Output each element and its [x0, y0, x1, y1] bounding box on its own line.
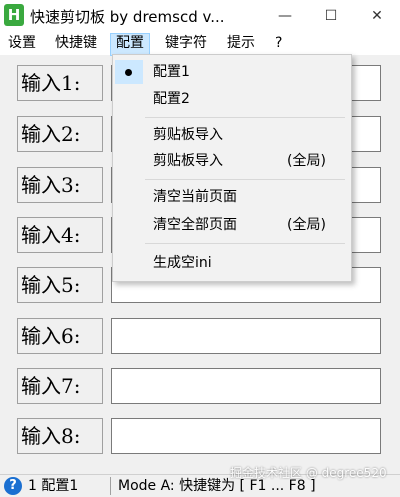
- menu-item-scope: (全局): [287, 153, 326, 169]
- menu-item-clear-all-pages[interactable]: 清空全部页面 (全局): [115, 213, 349, 237]
- status-config: 1 配置1: [28, 478, 79, 494]
- input-label-1: 输入1:: [17, 65, 103, 101]
- maximize-button[interactable]: ☐: [308, 0, 354, 32]
- input-field-7[interactable]: [111, 368, 381, 404]
- input-row-7: 输入7:: [0, 368, 400, 408]
- input-field-8[interactable]: [111, 418, 381, 454]
- menu-item-label: 生成空ini: [153, 255, 212, 271]
- menu-item-label: 清空全部页面: [153, 217, 237, 233]
- input-label-5: 输入5:: [17, 267, 103, 303]
- menu-help[interactable]: ?: [270, 33, 287, 54]
- menu-item-scope: (全局): [287, 217, 326, 233]
- app-icon: H: [4, 4, 24, 26]
- input-label-2: 输入2:: [17, 116, 103, 152]
- menu-separator: [145, 243, 345, 244]
- input-label-4: 输入4:: [17, 217, 103, 253]
- menu-separator: [145, 117, 345, 118]
- menu-item-config2[interactable]: 配置2: [115, 87, 349, 111]
- menu-item-label: 剪贴板导入: [153, 127, 223, 143]
- menu-item-generate-empty-ini[interactable]: 生成空ini: [115, 251, 349, 275]
- menu-item-clear-current-page[interactable]: 清空当前页面: [115, 185, 349, 209]
- menu-key-chars[interactable]: 键字符: [160, 33, 212, 54]
- menu-config[interactable]: 配置: [110, 33, 150, 56]
- radio-check-icon: [125, 69, 132, 76]
- config-dropdown-menu: 配置1 配置2 剪贴板导入 剪贴板导入 (全局) 清空当前页面 清空全部页面 (…: [112, 54, 352, 282]
- menu-hotkeys[interactable]: 快捷键: [50, 33, 102, 54]
- menu-item-label: 剪贴板导入: [153, 153, 223, 169]
- input-label-6: 输入6:: [17, 318, 103, 354]
- status-divider: [110, 477, 111, 495]
- menu-item-label: 清空当前页面: [153, 189, 237, 205]
- menu-settings[interactable]: 设置: [3, 33, 41, 54]
- menu-item-clipboard-import-global[interactable]: 剪贴板导入 (全局): [115, 149, 349, 173]
- close-button[interactable]: ✕: [354, 0, 400, 32]
- title-bar: H 快速剪切板 by dremscd v... — ☐ ✕: [0, 0, 400, 32]
- input-label-7: 输入7:: [17, 368, 103, 404]
- menu-item-config1[interactable]: 配置1: [115, 60, 349, 84]
- input-row-8: 输入8:: [0, 418, 400, 458]
- watermark-text: 掘金技术社区 @ degree520: [230, 466, 387, 480]
- input-label-8: 输入8:: [17, 418, 103, 454]
- input-row-6: 输入6:: [0, 318, 400, 358]
- menu-tips[interactable]: 提示: [222, 33, 260, 54]
- minimize-button[interactable]: —: [262, 0, 308, 32]
- menu-separator: [145, 179, 345, 180]
- input-label-3: 输入3:: [17, 167, 103, 203]
- menu-item-label: 配置1: [153, 64, 190, 80]
- menu-bar: 设置 快捷键 配置 键字符 提示 ?: [0, 32, 400, 56]
- input-field-6[interactable]: [111, 318, 381, 354]
- menu-item-clipboard-import[interactable]: 剪贴板导入: [115, 123, 349, 147]
- help-icon[interactable]: ?: [4, 477, 22, 495]
- menu-item-label: 配置2: [153, 91, 190, 107]
- window-title: 快速剪切板 by dremscd v...: [30, 8, 225, 26]
